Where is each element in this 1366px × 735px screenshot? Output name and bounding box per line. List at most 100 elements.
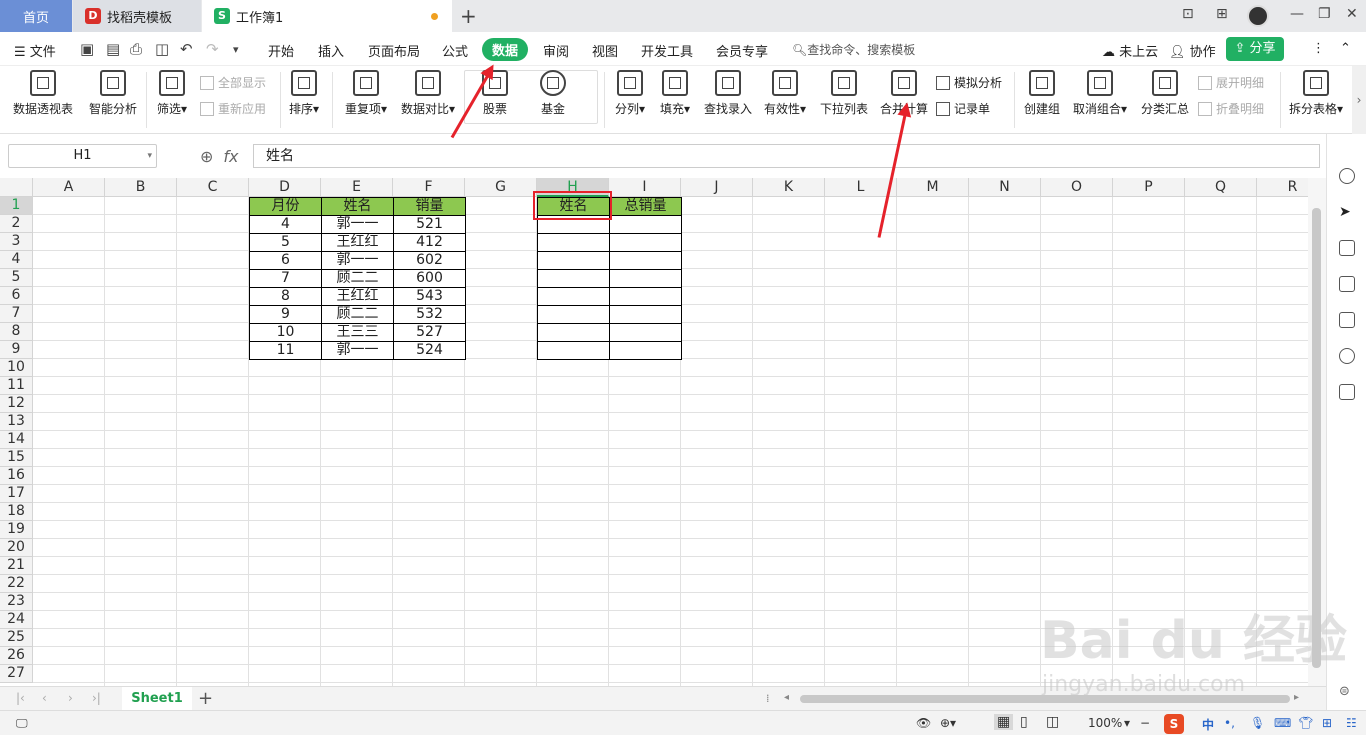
- grid-apps-icon[interactable]: ⊞: [1216, 6, 1228, 22]
- result-cell[interactable]: [537, 251, 610, 270]
- column-header[interactable]: J: [681, 178, 753, 197]
- ime-settings-icon[interactable]: ☷: [1346, 716, 1357, 730]
- stock-button[interactable]: 股票: [474, 70, 516, 117]
- first-sheet-icon[interactable]: |‹: [16, 691, 25, 705]
- result-cell[interactable]: [609, 215, 682, 234]
- normal-view-icon[interactable]: ▦: [994, 714, 1014, 730]
- reapply-button[interactable]: 重新应用: [200, 100, 266, 117]
- result-cell[interactable]: [537, 269, 610, 288]
- row-header[interactable]: 16: [0, 467, 33, 485]
- prev-sheet-icon[interactable]: ‹: [42, 691, 47, 705]
- sogou-ime-icon[interactable]: S: [1164, 714, 1184, 734]
- table-cell[interactable]: 郭一一: [321, 251, 394, 270]
- row-header[interactable]: 1: [0, 197, 33, 215]
- result-cell[interactable]: [537, 287, 610, 306]
- row-header[interactable]: 17: [0, 485, 33, 503]
- column-header[interactable]: A: [33, 178, 105, 197]
- monitor-icon[interactable]: 🖵︎: [16, 716, 28, 731]
- restore-icon[interactable]: ❐: [1318, 6, 1331, 22]
- keyboard-icon[interactable]: ⌨: [1274, 716, 1291, 730]
- table-cell[interactable]: 527: [393, 323, 466, 342]
- cursor-icon[interactable]: ➤: [1339, 204, 1355, 220]
- sort-button[interactable]: 排序▾: [284, 70, 324, 117]
- table-cell[interactable]: 8: [249, 287, 322, 306]
- result-cell[interactable]: [609, 269, 682, 288]
- row-header[interactable]: 10: [0, 359, 33, 377]
- table-cell[interactable]: 王三三: [321, 323, 394, 342]
- filter-button[interactable]: 筛选▾: [152, 70, 192, 117]
- split-column-button[interactable]: 分列▾: [612, 70, 648, 117]
- collab-button[interactable]: 👤︎ 协作: [1169, 41, 1216, 60]
- smart-analysis-button[interactable]: 智能分析: [86, 70, 140, 117]
- sliders-icon[interactable]: [1339, 240, 1355, 256]
- ribbon-scroll-right-icon[interactable]: ›: [1352, 66, 1366, 134]
- column-header[interactable]: G: [465, 178, 537, 197]
- table-cell[interactable]: 602: [393, 251, 466, 270]
- column-header[interactable]: O: [1041, 178, 1113, 197]
- row-header[interactable]: 6: [0, 287, 33, 305]
- pivot-table-button[interactable]: 数据透视表: [10, 70, 76, 117]
- more-icon[interactable]: ⋮: [1312, 41, 1325, 56]
- next-sheet-icon[interactable]: ›: [68, 691, 73, 705]
- table-cell[interactable]: 6: [249, 251, 322, 270]
- split-table-button[interactable]: 拆分表格▾: [1286, 70, 1346, 117]
- table-cell[interactable]: 4: [249, 215, 322, 234]
- export-pdf-icon[interactable]: ▤: [106, 40, 120, 58]
- minimize-icon[interactable]: —: [1290, 6, 1304, 22]
- table-header-cell[interactable]: 姓名: [321, 197, 394, 216]
- quick-access-dropdown-icon[interactable]: ▾: [233, 43, 239, 56]
- row-header[interactable]: 23: [0, 593, 33, 611]
- result-cell[interactable]: [537, 323, 610, 342]
- row-header[interactable]: 5: [0, 269, 33, 287]
- table-cell[interactable]: 532: [393, 305, 466, 324]
- tab-daoke[interactable]: D 找稻壳模板: [73, 0, 201, 32]
- result-cell[interactable]: [537, 341, 610, 360]
- expand-detail-button[interactable]: 展开明细: [1198, 74, 1264, 91]
- result-cell[interactable]: [537, 233, 610, 252]
- column-header[interactable]: E: [321, 178, 393, 197]
- hscroll-split-icon[interactable]: ⁞: [766, 692, 770, 705]
- table-cell[interactable]: 521: [393, 215, 466, 234]
- page-layout-view-icon[interactable]: ▯: [1020, 714, 1028, 730]
- column-header[interactable]: F: [393, 178, 465, 197]
- tab-member[interactable]: 会员专享: [716, 41, 768, 60]
- ungroup-button[interactable]: 取消组合▾: [1070, 70, 1130, 117]
- page-break-view-icon[interactable]: ◫: [1046, 714, 1059, 730]
- punctuation-icon[interactable]: •,: [1224, 716, 1235, 730]
- tab-workbook[interactable]: S 工作簿1: [202, 0, 452, 32]
- row-header[interactable]: 14: [0, 431, 33, 449]
- formula-input[interactable]: 姓名: [253, 144, 1320, 168]
- table-cell[interactable]: 9: [249, 305, 322, 324]
- image-icon[interactable]: [1339, 312, 1355, 328]
- lookup-entry-button[interactable]: 查找录入: [702, 70, 754, 117]
- table-cell[interactable]: 顾二二: [321, 269, 394, 288]
- table-cell[interactable]: 郭一一: [321, 215, 394, 234]
- sheet-tab-sheet1[interactable]: Sheet1: [122, 687, 192, 711]
- zoom-dropdown-icon[interactable]: ▾: [1124, 716, 1130, 730]
- toolbox-icon[interactable]: ⊞: [1322, 716, 1332, 730]
- table-cell[interactable]: 顾二二: [321, 305, 394, 324]
- select-all-corner[interactable]: [0, 178, 33, 197]
- rocket-icon[interactable]: [1339, 168, 1355, 184]
- row-header[interactable]: 8: [0, 323, 33, 341]
- result-cell[interactable]: [537, 305, 610, 324]
- table-cell[interactable]: 600: [393, 269, 466, 288]
- tab-view[interactable]: 视图: [592, 41, 618, 60]
- column-header[interactable]: B: [105, 178, 177, 197]
- crop-icon[interactable]: [1339, 276, 1355, 292]
- column-header[interactable]: K: [753, 178, 825, 197]
- command-search[interactable]: 🔍︎查找命令、搜索模板: [792, 41, 915, 58]
- table-cell[interactable]: 王红红: [321, 233, 394, 252]
- table-cell[interactable]: 524: [393, 341, 466, 360]
- skin-icon[interactable]: 👕︎: [1298, 716, 1313, 730]
- table-cell[interactable]: 郭一一: [321, 341, 394, 360]
- save-icon[interactable]: ▣: [80, 40, 94, 58]
- record-form-button[interactable]: 记录单: [936, 100, 990, 117]
- print-icon[interactable]: ⎙: [130, 40, 142, 58]
- row-header[interactable]: 15: [0, 449, 33, 467]
- subtotal-button[interactable]: 分类汇总: [1140, 70, 1190, 117]
- tab-data[interactable]: 数据: [482, 38, 529, 61]
- show-all-button[interactable]: 全部显示: [200, 74, 266, 91]
- table-cell[interactable]: 7: [249, 269, 322, 288]
- dropdown-list-button[interactable]: 下拉列表: [818, 70, 870, 117]
